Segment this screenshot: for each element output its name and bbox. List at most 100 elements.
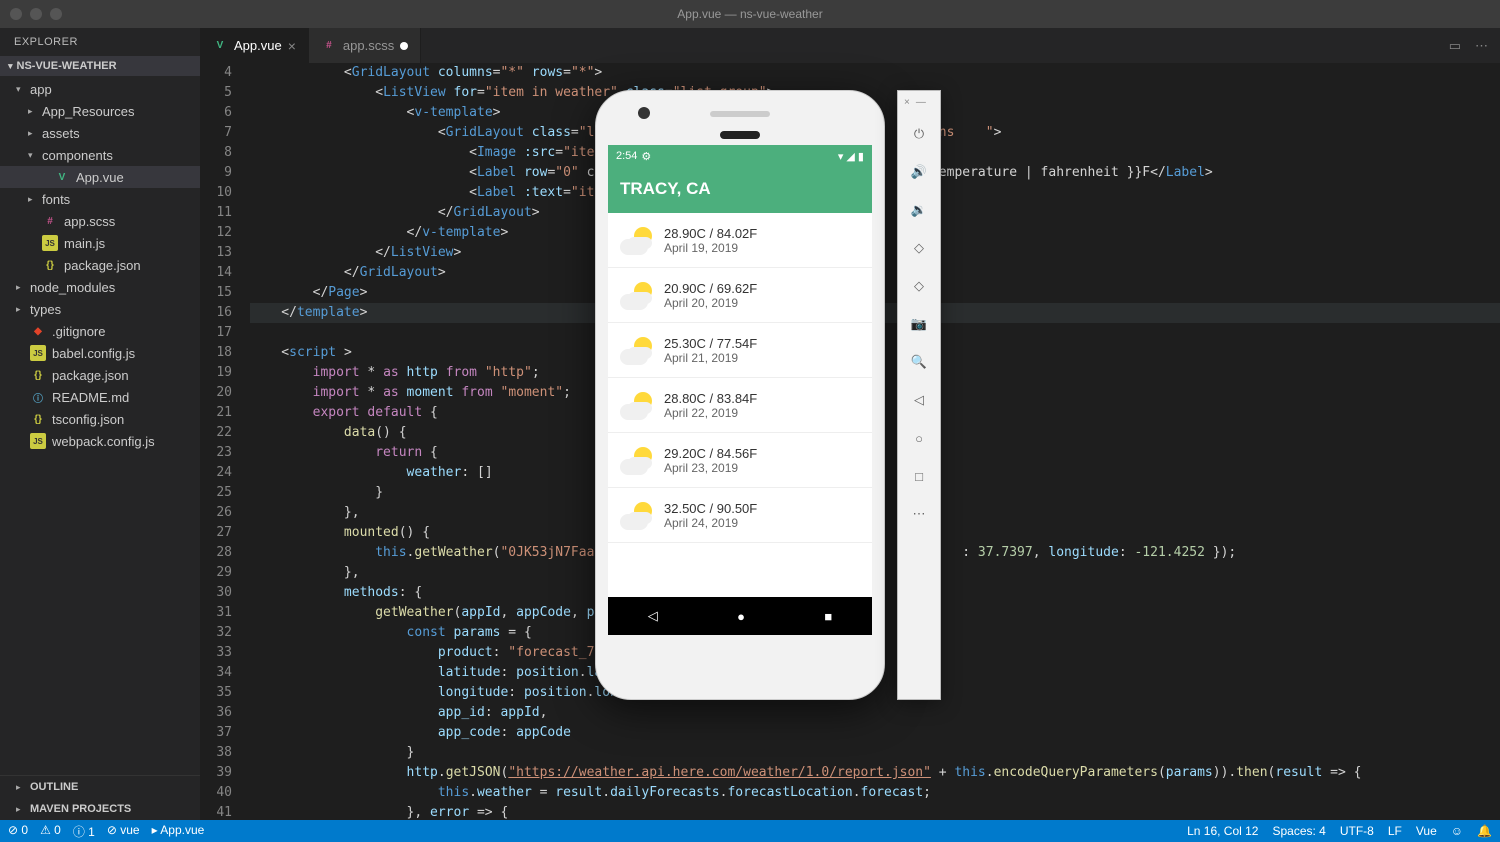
status-item[interactable]: ☺ — [1451, 824, 1463, 838]
weather-temp: 32.50C / 90.50F — [664, 501, 757, 516]
zoom-window[interactable] — [50, 8, 62, 20]
nav-overview-icon[interactable]: ■ — [824, 609, 832, 624]
weather-icon — [620, 443, 654, 477]
chevron-icon — [28, 194, 36, 205]
json-file-icon: {} — [42, 257, 58, 273]
panel-outline[interactable]: OUTLINE — [0, 776, 200, 798]
weather-row[interactable]: 25.30C / 77.54FApril 21, 2019 — [608, 323, 872, 378]
weather-row[interactable]: 20.90C / 69.62FApril 20, 2019 — [608, 268, 872, 323]
weather-row[interactable]: 32.50C / 90.50FApril 24, 2019 — [608, 488, 872, 543]
tree-label: package.json — [64, 258, 141, 273]
project-header[interactable]: NS-VUE-WEATHER — [0, 56, 200, 76]
tree-label: main.js — [64, 236, 105, 251]
vue-file-icon: V — [212, 38, 228, 54]
weather-temp: 28.90C / 84.02F — [664, 226, 757, 241]
emu-back-icon[interactable]: ◁ — [907, 388, 931, 412]
android-emulator: 2:54 ⚙ ▾ ◢ ▮ TRACY, CA 28.90C / 84.02FAp… — [595, 90, 941, 700]
tree-label: fonts — [42, 192, 70, 207]
json-file-icon: {} — [30, 411, 46, 427]
status-item[interactable]: 🔔 — [1477, 824, 1492, 838]
weather-row[interactable]: 28.80C / 83.84FApril 22, 2019 — [608, 378, 872, 433]
scss-file-icon: # — [42, 213, 58, 229]
statusbar-left: ⊘ 0 ⚠ 0 ⓘ 1 ⊘ vue ▸ App.vue — [8, 823, 204, 840]
file-app-vue[interactable]: V App.vue — [0, 166, 200, 188]
nav-home-icon[interactable]: ● — [737, 609, 745, 624]
status-item[interactable]: ⊘ vue — [107, 823, 140, 840]
file-main-js[interactable]: JSmain.js — [0, 232, 200, 254]
file-package-json[interactable]: {}package.json — [0, 364, 200, 386]
emu-more-icon[interactable]: ⋯ — [907, 502, 931, 526]
tree-label: App.vue — [76, 170, 124, 185]
close-icon[interactable]: × — [288, 38, 296, 54]
weather-row[interactable]: 28.90C / 84.02FApril 19, 2019 — [608, 213, 872, 268]
emu-rotate-left-icon[interactable]: ◇ — [907, 236, 931, 260]
weather-temp: 29.20C / 84.56F — [664, 446, 757, 461]
emu-power-icon[interactable]: ⏻ — [907, 122, 931, 146]
weather-icon — [620, 388, 654, 422]
weather-list[interactable]: 28.90C / 84.02FApril 19, 201920.90C / 69… — [608, 213, 872, 597]
tree-label: node_modules — [30, 280, 115, 295]
vue-file-icon: V — [54, 169, 70, 185]
file-package-json[interactable]: {} package.json — [0, 254, 200, 276]
status-icons: ▾ ◢ ▮ — [838, 150, 864, 163]
scss-file-icon: # — [321, 38, 337, 54]
weather-icon — [620, 223, 654, 257]
emu-close[interactable]: × — [904, 97, 910, 108]
status-item[interactable]: ▸ App.vue — [152, 823, 205, 840]
chevron-icon — [16, 782, 24, 793]
folder-app[interactable]: app — [0, 78, 200, 100]
more-icon[interactable]: ⋯ — [1475, 38, 1488, 54]
folder-fonts[interactable]: fonts — [0, 188, 200, 210]
tab-app-vue[interactable]: VApp.vue× — [200, 28, 309, 63]
status-item[interactable]: UTF-8 — [1340, 824, 1374, 838]
chevron-icon — [28, 128, 36, 139]
split-editor-icon[interactable]: ▭ — [1449, 38, 1461, 54]
close-window[interactable] — [10, 8, 22, 20]
status-item[interactable]: Spaces: 4 — [1272, 824, 1325, 838]
nav-back-icon[interactable]: ◁ — [648, 608, 658, 624]
status-item[interactable]: Ln 16, Col 12 — [1187, 824, 1258, 838]
emu-camera-icon[interactable]: 📷 — [907, 312, 931, 336]
sidebar: EXPLORER NS-VUE-WEATHER appApp_Resources… — [0, 28, 200, 820]
emu-rotate-right-icon[interactable]: ◇ — [907, 274, 931, 298]
file-app-scss[interactable]: #app.scss — [0, 210, 200, 232]
emu-overview-icon[interactable]: □ — [907, 464, 931, 488]
folder-app_resources[interactable]: App_Resources — [0, 100, 200, 122]
folder-types[interactable]: types — [0, 298, 200, 320]
weather-row[interactable]: 29.20C / 84.56FApril 23, 2019 — [608, 433, 872, 488]
emu-min[interactable]: — — [916, 97, 926, 108]
file-tsconfig-json[interactable]: {}tsconfig.json — [0, 408, 200, 430]
chevron-icon — [16, 804, 24, 815]
file--gitignore[interactable]: ◆.gitignore — [0, 320, 200, 342]
status-item[interactable]: ⚠ 0 — [40, 823, 61, 840]
file-babel-config-js[interactable]: JSbabel.config.js — [0, 342, 200, 364]
emu-zoom-icon[interactable]: 🔍 — [907, 350, 931, 374]
file-readme-md[interactable]: ⓘREADME.md — [0, 386, 200, 408]
minimize-window[interactable] — [30, 8, 42, 20]
tab-app-scss[interactable]: #app.scss — [309, 28, 421, 63]
emu-volume-down-icon[interactable]: 🔉 — [907, 198, 931, 222]
folder-assets[interactable]: assets — [0, 122, 200, 144]
status-item[interactable]: ⓘ 1 — [73, 823, 95, 840]
js-file-icon: JS — [30, 345, 46, 361]
speaker-icon — [710, 111, 770, 117]
emu-volume-up-icon[interactable]: 🔊 — [907, 160, 931, 184]
status-item[interactable]: Vue — [1416, 824, 1437, 838]
tree-label: assets — [42, 126, 80, 141]
folder-node_modules[interactable]: node_modules — [0, 276, 200, 298]
status-item[interactable]: LF — [1388, 824, 1402, 838]
tree-label: webpack.config.js — [52, 434, 155, 449]
emulator-window-controls: ×— — [898, 97, 926, 108]
weather-icon — [620, 498, 654, 532]
emu-home-icon[interactable]: ○ — [907, 426, 931, 450]
weather-icon — [620, 278, 654, 312]
phone-screen[interactable]: 2:54 ⚙ ▾ ◢ ▮ TRACY, CA 28.90C / 84.02FAp… — [608, 145, 872, 635]
folder-components[interactable]: components — [0, 144, 200, 166]
panel-maven-projects[interactable]: MAVEN PROJECTS — [0, 798, 200, 820]
chevron-icon — [28, 150, 36, 161]
status-item[interactable]: ⊘ 0 — [8, 823, 28, 840]
file-webpack-config-js[interactable]: JSwebpack.config.js — [0, 430, 200, 452]
gutter: 4567891011121314151617181920212223242526… — [200, 63, 250, 820]
chevron-icon — [28, 106, 36, 117]
dirty-indicator — [400, 42, 408, 50]
